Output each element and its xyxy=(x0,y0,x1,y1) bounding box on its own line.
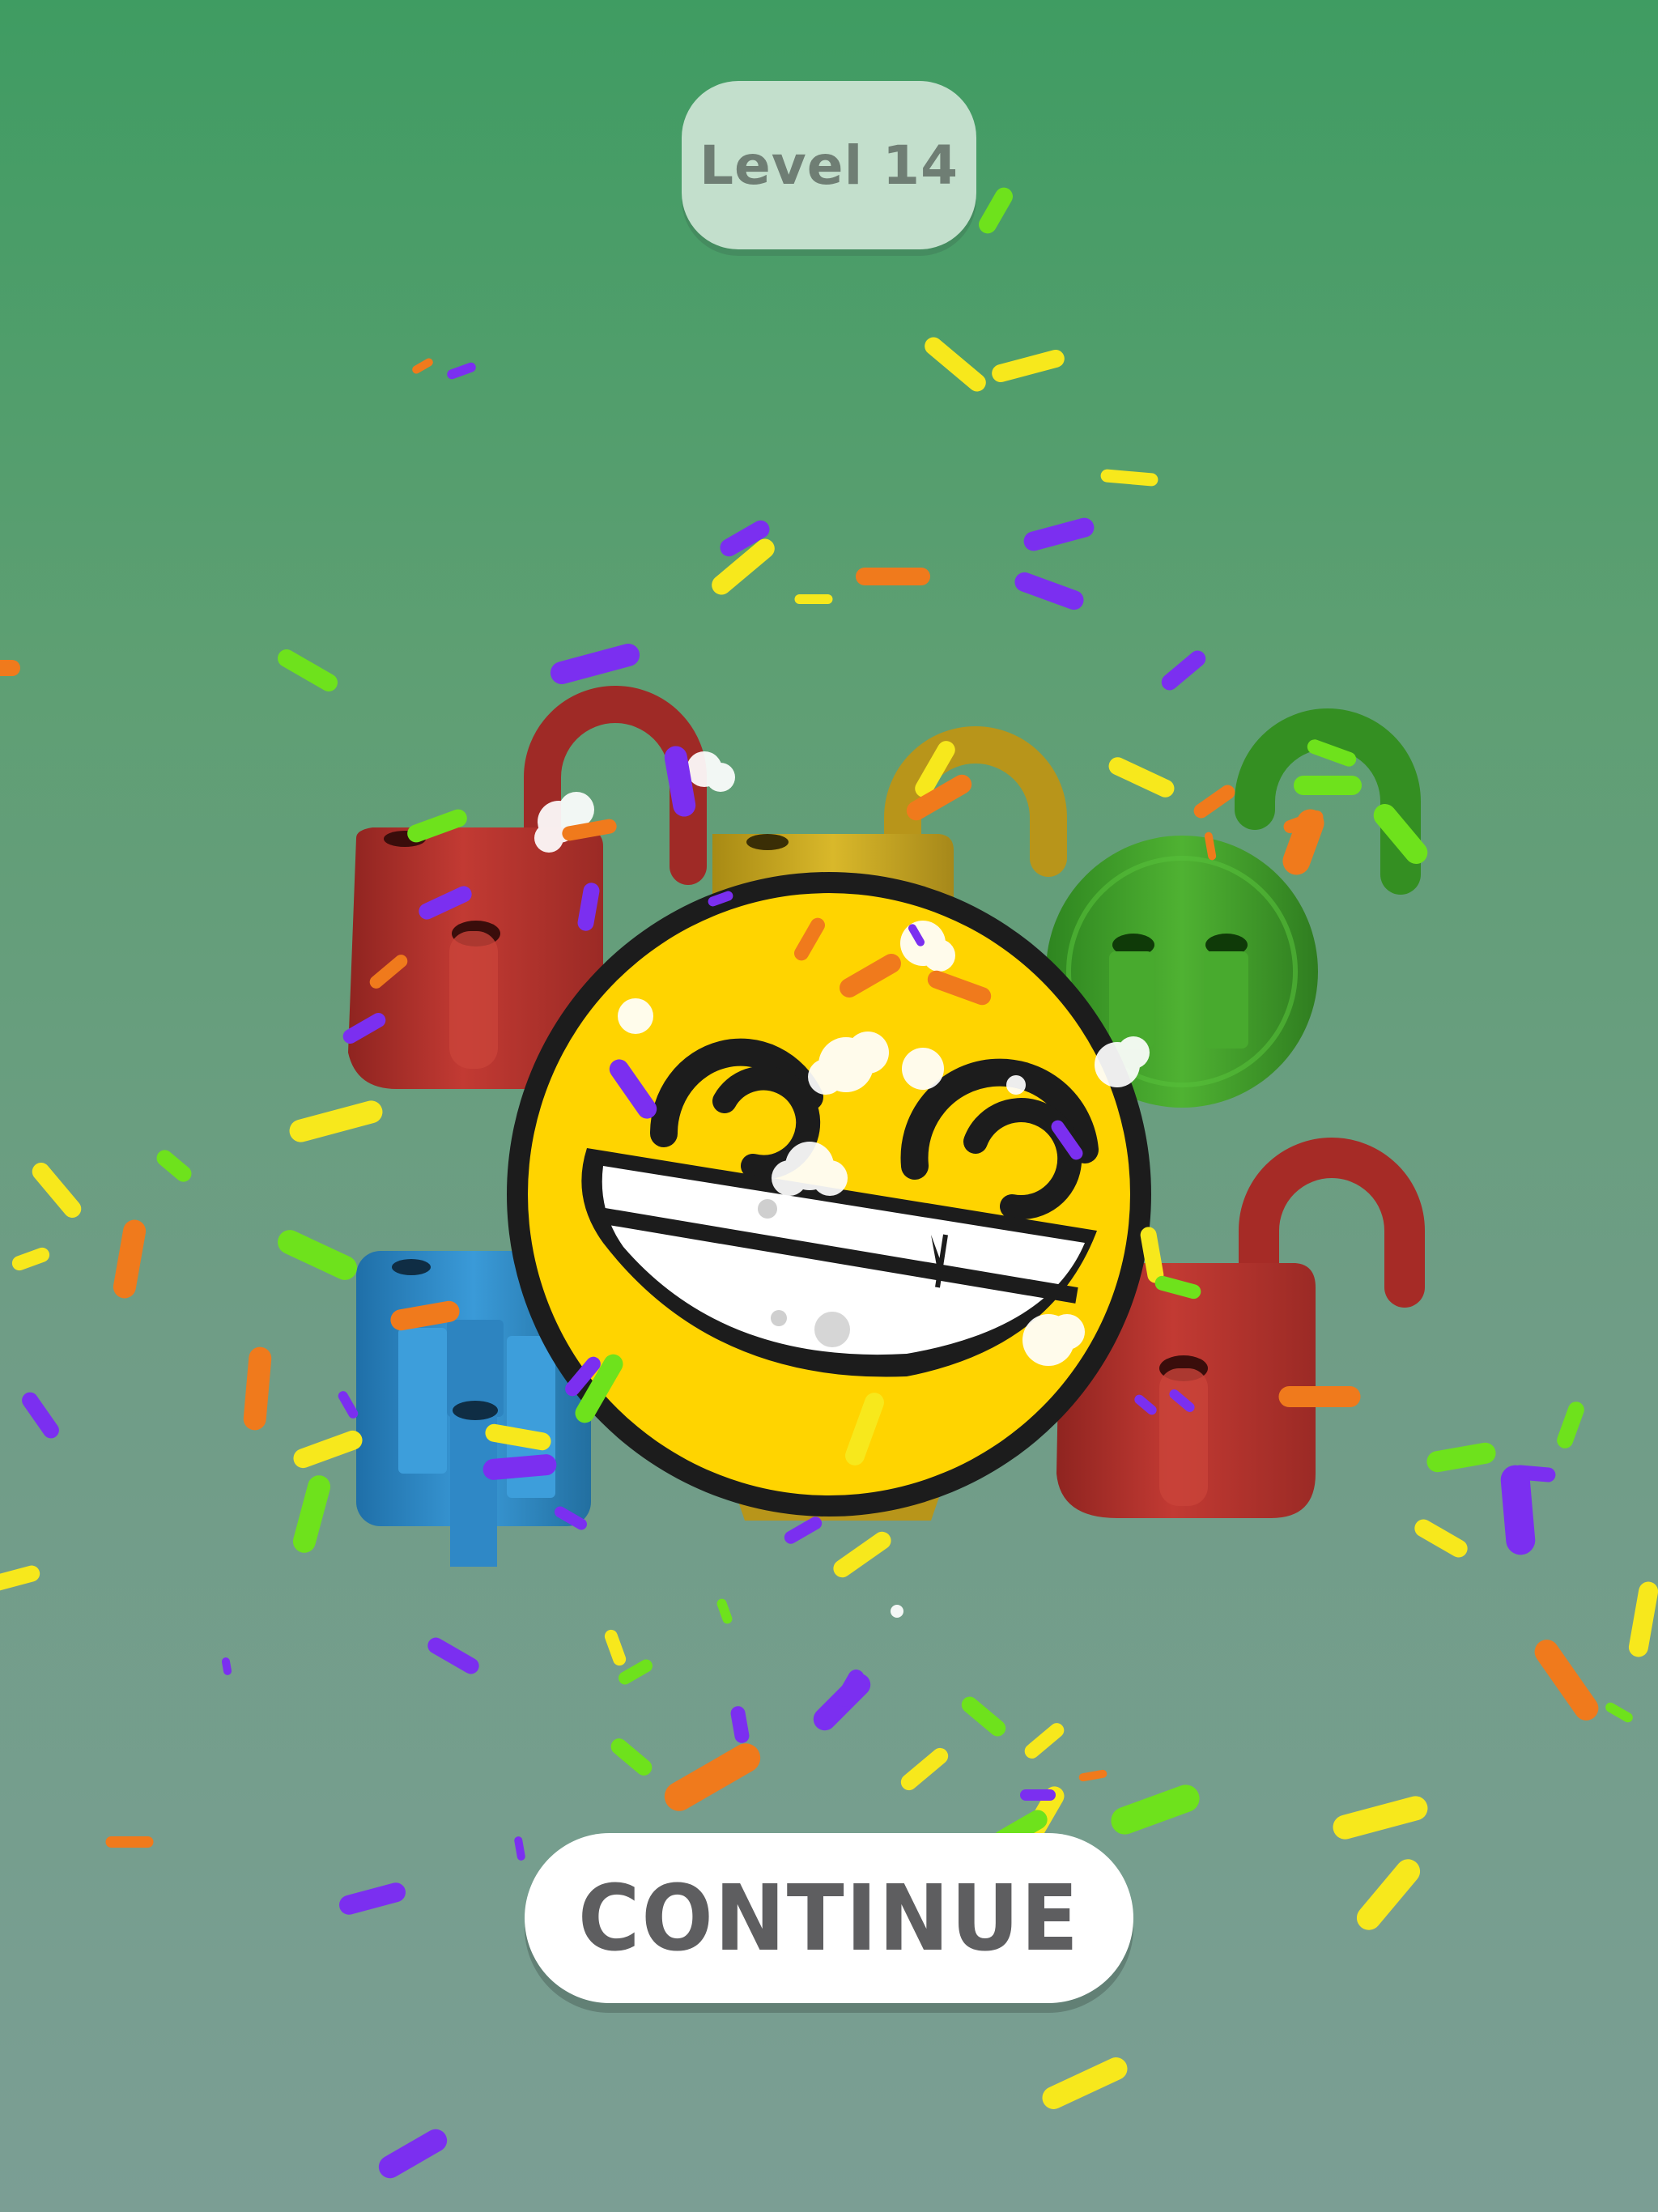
confetti-piece xyxy=(1108,757,1175,798)
confetti-piece xyxy=(412,358,433,374)
continue-button[interactable]: CONTINUE xyxy=(525,1833,1133,2003)
confetti-piece xyxy=(483,1454,557,1480)
confetti-piece xyxy=(1100,469,1158,487)
confetti-piece xyxy=(485,1423,551,1451)
confetti-piece xyxy=(550,644,640,684)
confetti-piece xyxy=(610,1738,653,1776)
confetti-piece xyxy=(1014,572,1084,610)
confetti-piece xyxy=(289,1100,383,1142)
confetti-piece xyxy=(1042,2057,1128,2109)
confetti-piece xyxy=(338,1391,359,1419)
confetti-piece xyxy=(1605,1702,1633,1723)
level-label: Level 14 xyxy=(699,134,959,197)
confetti-piece xyxy=(833,1531,891,1578)
confetti-piece xyxy=(293,1430,363,1469)
confetti-piece xyxy=(979,187,1013,234)
confetti-piece xyxy=(1283,810,1324,833)
confetti-piece xyxy=(113,1219,147,1299)
confetti-piece xyxy=(278,649,338,691)
confetti-piece xyxy=(1161,650,1206,691)
confetti-piece xyxy=(447,362,476,380)
confetti-piece xyxy=(1023,517,1095,551)
confetti-piece xyxy=(221,1657,232,1675)
confetti-piece xyxy=(514,1836,525,1861)
confetti-piece xyxy=(1078,1769,1107,1782)
confetti-piece xyxy=(604,1629,627,1666)
confetti-piece xyxy=(1024,1723,1065,1759)
confetti-piece xyxy=(1500,1465,1536,1555)
confetti-piece xyxy=(378,2129,448,2179)
confetti-piece xyxy=(339,1882,406,1915)
confetti-piece xyxy=(1333,1796,1428,1840)
confetti-piece xyxy=(1414,1519,1468,1558)
confetti-piece xyxy=(784,1516,823,1544)
confetti-piece xyxy=(32,1163,82,1218)
confetti-piece xyxy=(708,891,733,907)
confetti-piece xyxy=(730,1706,750,1743)
continue-button-label: CONTINUE xyxy=(578,1865,1080,1972)
confetti-piece xyxy=(1557,1402,1584,1448)
confetti-piece xyxy=(925,337,986,392)
confetti-piece xyxy=(1193,785,1235,819)
confetti-piece xyxy=(390,1300,460,1331)
level-indicator: Level 14 xyxy=(682,81,976,249)
confetti-piece xyxy=(22,1392,59,1439)
confetti-piece xyxy=(900,1747,949,1791)
confetti-piece xyxy=(1154,1275,1201,1300)
confetti-piece xyxy=(1628,1581,1658,1657)
confetti-piece xyxy=(835,1670,865,1707)
confetti-piece xyxy=(1534,1640,1599,1721)
confetti-piece xyxy=(243,1346,272,1431)
confetti-piece xyxy=(562,819,617,841)
confetti-piece xyxy=(1111,1784,1200,1835)
confetti-piece xyxy=(278,1230,357,1280)
confetti-piece xyxy=(292,1475,331,1553)
confetti-piece xyxy=(577,883,600,931)
confetti-piece xyxy=(1426,1442,1496,1473)
confetti-piece xyxy=(427,1637,479,1674)
confetti-piece xyxy=(664,1743,761,1811)
confetti-piece xyxy=(1204,832,1217,861)
confetti-piece xyxy=(156,1150,192,1182)
confetti-piece xyxy=(11,1247,50,1271)
confetti-piece xyxy=(1356,1859,1421,1930)
confetti-piece xyxy=(992,349,1065,383)
confetti-piece xyxy=(619,1659,653,1685)
confetti-piece xyxy=(716,1598,733,1624)
confetti-piece xyxy=(664,746,696,817)
confetti-piece xyxy=(0,1565,40,1591)
confetti-piece xyxy=(961,1696,1006,1737)
confetti-piece xyxy=(1140,1227,1164,1283)
